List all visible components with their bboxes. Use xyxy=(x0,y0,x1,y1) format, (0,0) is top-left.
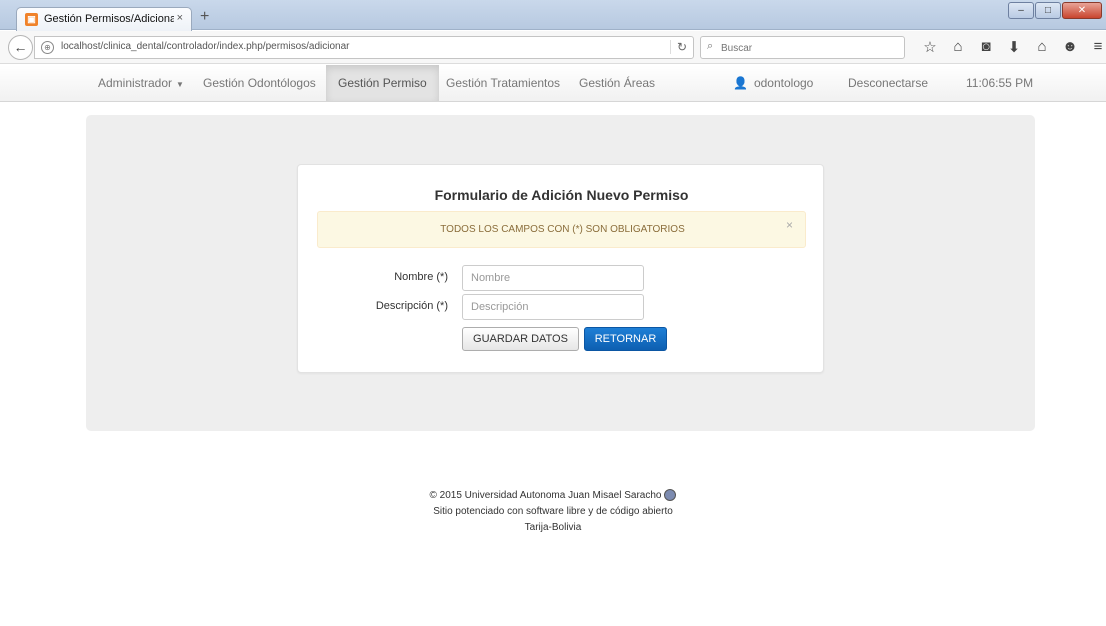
nav-item-tratamientos[interactable]: Gestión Tratamientos xyxy=(434,65,572,101)
footer-line-2: Sitio potenciado con software libre y de… xyxy=(433,506,673,517)
nav-item-admin[interactable]: Administrador ▼ xyxy=(86,65,196,101)
user-icon: 👤 xyxy=(733,76,748,90)
footer-copyright: © 2015 Universidad Autonoma Juan Misael … xyxy=(429,490,662,501)
browser-toolbar-icons: ☆ ⌂ ◙ ⬇ ⌂ ☻ ≡ xyxy=(918,38,1106,56)
save-button[interactable]: GUARDAR DATOS xyxy=(462,327,579,351)
sync-icon[interactable]: ☻ xyxy=(1058,38,1082,56)
new-tab-button[interactable]: + xyxy=(200,8,209,26)
site-favicon-icon: ▣ xyxy=(25,13,38,26)
main-panel: Formulario de Adición Nuevo Permiso TODO… xyxy=(86,115,1035,431)
form-title: Formulario de Adición Nuevo Permiso xyxy=(434,187,689,203)
nav-item-permisos[interactable]: Gestión Permiso xyxy=(326,65,439,101)
download-icon[interactable]: ⬇ xyxy=(1002,38,1026,56)
window-controls: – □ ✕ xyxy=(1007,2,1102,20)
url-text: localhost/clinica_dental/controlador/ind… xyxy=(61,41,350,52)
nav-item-logout[interactable]: Desconectarse xyxy=(836,65,940,101)
minimize-button[interactable]: – xyxy=(1008,2,1034,19)
footer: © 2015 Universidad Autonoma Juan Misael … xyxy=(0,488,1106,536)
university-seal-icon xyxy=(664,489,677,502)
star-icon[interactable]: ☆ xyxy=(918,38,942,56)
maximize-button[interactable]: □ xyxy=(1035,2,1061,19)
nav-admin-label: Administrador xyxy=(98,76,173,90)
nombre-input[interactable] xyxy=(462,265,644,291)
descripcion-input[interactable] xyxy=(462,294,644,320)
browser-search-input[interactable] xyxy=(721,40,891,56)
browser-tab-strip: ▣ Gestión Permisos/Adiciona... × + – □ ✕ xyxy=(0,0,1106,31)
nav-user-label: odontologo xyxy=(753,76,814,90)
nombre-label: Nombre (*) xyxy=(394,271,448,283)
return-button[interactable]: RETORNAR xyxy=(584,327,667,351)
required-fields-alert: TODOS LOS CAMPOS CON (*) SON OBLIGATORIO… xyxy=(317,211,806,248)
alert-close-icon[interactable]: × xyxy=(786,218,793,232)
pocket-icon[interactable]: ◙ xyxy=(974,38,998,56)
reload-icon[interactable]: ↻ xyxy=(669,40,687,54)
footer-line-1: © 2015 Universidad Autonoma Juan Misael … xyxy=(0,488,1106,504)
browser-tab[interactable]: ▣ Gestión Permisos/Adiciona... × xyxy=(16,7,192,31)
reading-list-icon[interactable]: ⌂ xyxy=(946,38,970,56)
alert-message: TODOS LOS CAMPOS CON (*) SON OBLIGATORIO… xyxy=(440,224,685,235)
site-navbar: Administrador ▼ Gestión Odontólogos Gesti… xyxy=(0,65,1106,102)
browser-navigation-bar: ← ⊕ localhost/clinica_dental/controlador… xyxy=(0,31,1106,64)
form-card: Formulario de Adición Nuevo Permiso TODO… xyxy=(297,164,824,373)
url-bar[interactable]: ⊕ localhost/clinica_dental/controlador/i… xyxy=(34,36,694,59)
search-icon: ⌕ xyxy=(707,40,714,52)
home-icon[interactable]: ⌂ xyxy=(1030,38,1054,56)
nav-item-areas[interactable]: Gestión Áreas xyxy=(567,65,667,101)
browser-search-bar[interactable]: ⌕ xyxy=(700,36,905,59)
chevron-down-icon: ▼ xyxy=(176,80,184,89)
tab-title: Gestión Permisos/Adiciona... xyxy=(44,13,174,25)
window-close-button[interactable]: ✕ xyxy=(1062,2,1102,19)
nav-item-odontologos[interactable]: Gestión Odontólogos xyxy=(191,65,328,101)
back-button[interactable]: ← xyxy=(8,35,33,60)
menu-icon[interactable]: ≡ xyxy=(1086,38,1106,56)
tab-close-icon[interactable]: × xyxy=(177,12,183,24)
nav-clock: 11:06:55 PM xyxy=(966,76,1034,90)
nav-item-user[interactable]: 👤 odontologo xyxy=(721,65,825,101)
globe-icon: ⊕ xyxy=(41,41,54,54)
descripcion-label: Descripción (*) xyxy=(375,300,448,312)
footer-line-3: Tarija-Bolivia xyxy=(524,522,582,533)
